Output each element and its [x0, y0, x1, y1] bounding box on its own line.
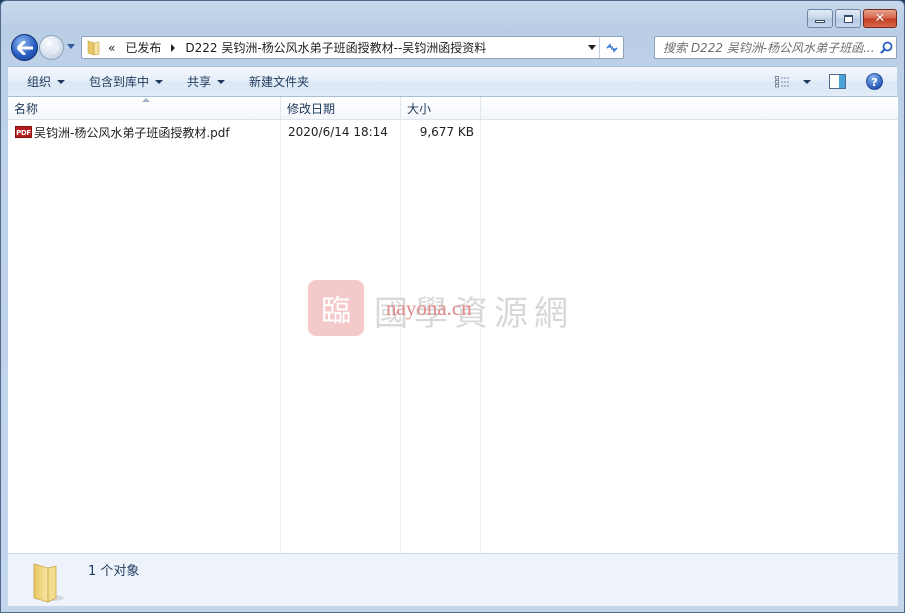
share-label: 共享	[187, 75, 212, 89]
include-in-library-button[interactable]: 包含到库中	[77, 67, 175, 96]
svg-text:?: ?	[871, 76, 877, 89]
breadcrumb-overflow-button[interactable]: «	[108, 41, 115, 55]
column-header-modified[interactable]: 修改日期	[281, 97, 401, 119]
file-modified: 2020/6/14 18:14	[288, 125, 388, 139]
file-size: 9,677 KB	[419, 125, 474, 139]
help-button[interactable]: ?	[856, 67, 897, 96]
column-header-size[interactable]: 大小	[401, 97, 481, 119]
chevron-down-icon	[217, 79, 226, 84]
watermark-url: nayona.cn	[386, 296, 472, 320]
watermark: 臨 國學資源網 nayona.cn	[308, 280, 608, 340]
back-arrow-icon	[16, 40, 33, 55]
breadcrumb-item[interactable]: 已发布	[125, 39, 161, 56]
recent-pages-dropdown[interactable]	[67, 44, 75, 49]
column-header-row: 名称 修改日期 大小	[8, 97, 898, 120]
search-box[interactable]	[654, 36, 897, 59]
file-name-cell: PDF 吴钧洲-杨公风水弟子班函授教材.pdf	[8, 124, 281, 141]
help-icon: ?	[866, 73, 883, 90]
organize-menu-button[interactable]: 组织	[8, 67, 77, 96]
details-pane: 1 个对象	[8, 553, 898, 606]
address-bar[interactable]: « 已发布 D222 吴钧洲-杨公风水弟子班函授教材--吴钧洲函授资料	[81, 36, 624, 59]
back-button[interactable]	[11, 34, 38, 61]
share-menu-button[interactable]: 共享	[175, 67, 237, 96]
file-name: 吴钧洲-杨公风水弟子班函授教材.pdf	[34, 125, 230, 140]
column-divider	[280, 120, 281, 553]
close-icon: ✕	[874, 11, 886, 26]
preview-pane-icon	[829, 74, 846, 89]
minimize-button[interactable]	[807, 9, 833, 28]
maximize-button[interactable]	[835, 9, 861, 28]
chevron-down-icon	[155, 79, 164, 84]
new-folder-button[interactable]: 新建文件夹	[237, 67, 321, 96]
new-folder-label: 新建文件夹	[249, 75, 310, 89]
pdf-icon: PDF	[15, 126, 32, 138]
organize-label: 组织	[27, 75, 52, 89]
forward-arrow-icon	[44, 41, 59, 54]
maximize-icon	[843, 14, 853, 23]
column-header-modified-label: 修改日期	[287, 101, 336, 116]
folder-icon	[87, 40, 100, 55]
refresh-button[interactable]	[599, 37, 623, 58]
column-header-name[interactable]: 名称	[8, 97, 281, 119]
item-count: 1 个对象	[88, 564, 140, 579]
explorer-window: ✕ « 已发布 D222 吴钧洲-杨公风水弟子班函授教材--吴钧洲函授资料 搜索…	[0, 0, 905, 613]
command-bar: 组织 包含到库中 共享 新建文件夹 ?	[8, 66, 897, 97]
search-icon[interactable]	[876, 41, 896, 54]
address-history-dropdown[interactable]	[585, 45, 599, 50]
view-options-dropdown[interactable]	[803, 79, 811, 84]
include-in-library-label: 包含到库中	[89, 75, 150, 89]
caption-buttons: ✕	[807, 9, 897, 28]
file-row[interactable]: PDF 吴钧洲-杨公风水弟子班函授教材.pdf 2020/6/14 18:14 …	[8, 121, 481, 143]
chevron-down-icon	[57, 79, 66, 84]
search-input[interactable]	[663, 40, 876, 55]
file-list: 名称 修改日期 大小 PDF 吴钧洲-杨公风水弟子班函授教材.pdf 2020/…	[8, 97, 898, 553]
preview-pane-button[interactable]	[819, 67, 856, 96]
change-view-button[interactable]	[767, 67, 819, 96]
close-button[interactable]: ✕	[863, 9, 897, 28]
column-header-size-label: 大小	[407, 101, 432, 116]
navigation-bar: « 已发布 D222 吴钧洲-杨公风水弟子班函授教材--吴钧洲函授资料	[9, 33, 897, 61]
breadcrumb-item-current[interactable]: D222 吴钧洲-杨公风水弟子班函授教材--吴钧洲函授资料	[185, 39, 486, 56]
breadcrumb-separator-icon[interactable]	[171, 43, 176, 52]
refresh-icon	[605, 42, 618, 53]
details-view-icon	[775, 75, 790, 87]
column-header-name-label: 名称	[14, 101, 39, 116]
minimize-icon	[815, 19, 825, 23]
forward-button[interactable]	[39, 35, 64, 60]
folder-large-icon	[33, 563, 64, 603]
sort-ascending-icon	[142, 98, 150, 102]
chevron-down-icon	[588, 45, 596, 50]
watermark-seal-logo: 臨	[308, 280, 364, 336]
